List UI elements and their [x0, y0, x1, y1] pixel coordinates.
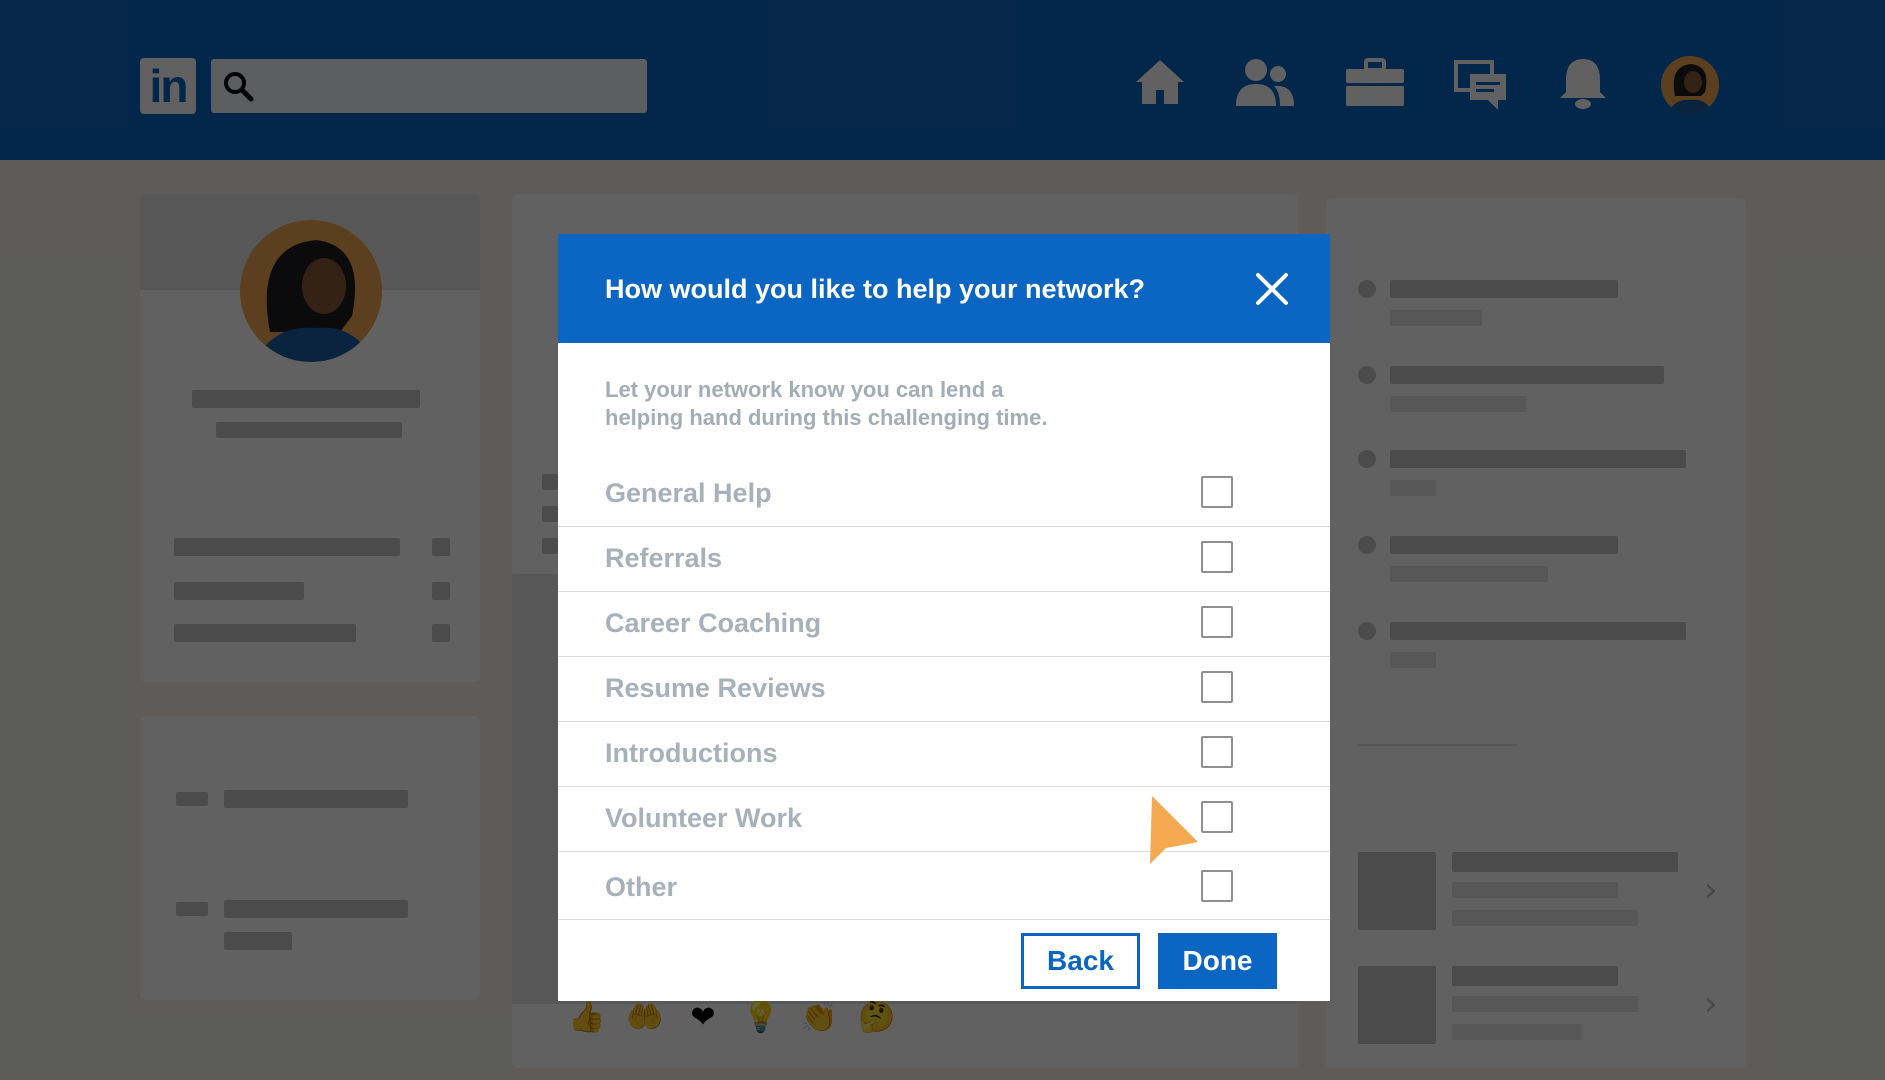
option-career-coaching[interactable]: Career Coaching	[558, 592, 1330, 657]
option-label: General Help	[605, 478, 772, 508]
modal-header: How would you like to help your network?	[558, 234, 1330, 343]
option-label: Career Coaching	[605, 608, 822, 638]
option-label: Other	[605, 872, 678, 902]
modal-title: How would you like to help your network?	[605, 274, 1146, 304]
done-button[interactable]: Done	[1158, 933, 1277, 989]
option-other[interactable]: Other	[558, 852, 1330, 920]
checkbox-career-coaching[interactable]	[1201, 606, 1233, 638]
option-volunteer-work[interactable]: Volunteer Work	[558, 787, 1330, 852]
close-button[interactable]	[1250, 267, 1294, 311]
checkbox-referrals[interactable]	[1201, 541, 1233, 573]
option-general-help[interactable]: General Help	[558, 462, 1330, 527]
option-label: Volunteer Work	[605, 803, 803, 833]
modal-description: Let your network know you can lend a hel…	[605, 377, 1048, 430]
cursor-pointer-icon	[1150, 796, 1198, 864]
option-introductions[interactable]: Introductions	[558, 722, 1330, 787]
option-label: Resume Reviews	[605, 673, 826, 703]
help-network-modal: How would you like to help your network?…	[558, 234, 1330, 1001]
option-label: Introductions	[605, 738, 778, 768]
checkbox-general-help[interactable]	[1201, 476, 1233, 508]
checkbox-introductions[interactable]	[1201, 736, 1233, 768]
option-referrals[interactable]: Referrals	[558, 527, 1330, 592]
close-icon	[1256, 273, 1288, 305]
option-label: Referrals	[605, 543, 723, 573]
back-button[interactable]: Back	[1021, 933, 1140, 989]
checkbox-other[interactable]	[1201, 870, 1233, 902]
checkbox-volunteer-work[interactable]	[1201, 801, 1233, 833]
checkbox-resume-reviews[interactable]	[1201, 671, 1233, 703]
option-resume-reviews[interactable]: Resume Reviews	[558, 657, 1330, 722]
